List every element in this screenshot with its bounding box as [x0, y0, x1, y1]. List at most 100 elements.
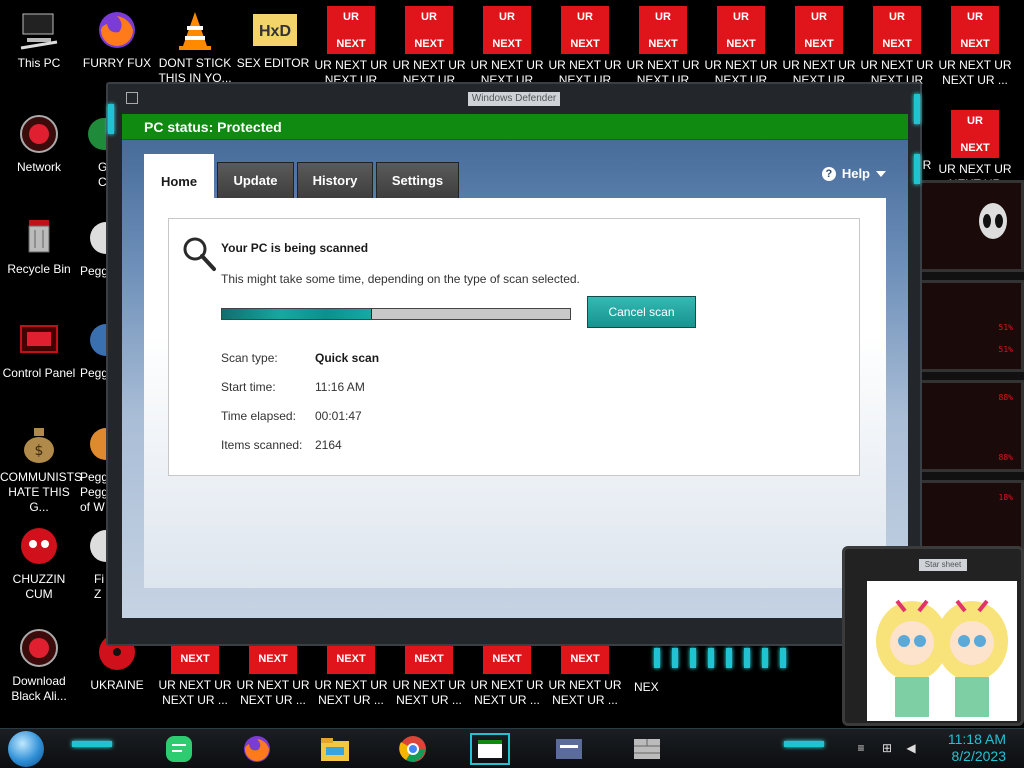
control-panel-icon	[17, 318, 61, 362]
wallpaper-accent	[762, 648, 768, 668]
network-icon[interactable]: ⊞	[880, 741, 894, 755]
clock-date: 8/2/2023	[951, 748, 1007, 764]
desktop-icon-sex-editor[interactable]: HxD SEX EDITOR	[234, 8, 312, 71]
tab-settings[interactable]: Settings	[376, 162, 459, 198]
help-menu[interactable]: ? Help	[821, 166, 886, 181]
desktop-icon-ur-next[interactable]: URNEXT UR NEXT UR NEXT UR	[624, 6, 702, 88]
desktop-icon-ur-next[interactable]: URNEXT UR NEXT UR NEXT UR	[780, 6, 858, 88]
desktop-icon-dont-stick[interactable]: DONT STICK THIS IN YO...	[156, 8, 234, 86]
desktop-icon-ur-next[interactable]: NEXT UR NEXT UR NEXT UR ...	[390, 644, 468, 708]
desktop-icon-furry-fux[interactable]: FURRY FUX	[78, 8, 156, 71]
alien-globe-icon	[17, 112, 61, 156]
home-tab-panel: Your PC is being scanned This might take…	[144, 198, 886, 588]
desktop-icon-partial[interactable]: NEX	[624, 680, 660, 695]
help-label: Help	[841, 166, 870, 181]
wallpaper-accent	[708, 648, 714, 668]
desktop-icon-label: UR NEXT UR	[782, 58, 856, 72]
defender-window[interactable]: Windows Defender PC status: Protected Ho…	[106, 82, 922, 646]
desktop-icon-ur-next[interactable]: URNEXT UR NEXT UR NEXT UR	[702, 6, 780, 88]
desktop-icon-label: SEX EDITOR	[236, 56, 310, 70]
desktop-icon-label: UR NEXT UR	[314, 678, 388, 692]
taskbar-defender[interactable]	[470, 733, 510, 765]
desktop-icon-communists[interactable]: $ COMMUNISTS HATE THIS G...	[0, 422, 82, 515]
taskbar-accent	[784, 741, 824, 747]
window-accent	[108, 104, 114, 134]
scan-heading: Your PC is being scanned	[221, 241, 369, 255]
desktop-icon-ur-next[interactable]: NEXT UR NEXT UR NEXT UR ...	[234, 644, 312, 708]
defender-client-area: PC status: Protected Home Update History…	[122, 114, 908, 618]
desktop-icon-ur-next[interactable]: NEXT UR NEXT UR NEXT UR ...	[312, 644, 390, 708]
taskbar-firefox[interactable]	[240, 733, 274, 765]
desktop-icon-label: COMMUNISTS HATE THIS G...	[0, 470, 82, 514]
desktop-icon-label: NEXT UR ...	[396, 693, 462, 707]
tab-history[interactable]: History	[297, 162, 373, 198]
desktop-icon-label: NEXT UR ...	[942, 73, 1008, 87]
lines-icon[interactable]: ≡	[854, 741, 868, 755]
tab-update[interactable]: Update	[217, 162, 294, 198]
scan-type-value: Quick scan	[315, 351, 380, 365]
ur-next-icon: UR NEXT	[405, 6, 453, 54]
taskbar-notes-app[interactable]	[162, 733, 196, 765]
desktop-icon-label: UR NEXT UR	[314, 58, 388, 72]
ur-next-icon: UR NEXT	[327, 6, 375, 54]
scan-card: Your PC is being scanned This might take…	[168, 218, 860, 476]
desktop-icon-label: Control Panel	[2, 366, 76, 380]
ur-next-icon: UR NEXT	[795, 6, 843, 54]
firefox-icon	[244, 736, 270, 762]
desktop-icon-ur-next[interactable]: NEXT UR NEXT UR NEXT UR ...	[468, 644, 546, 708]
taskbar-chrome[interactable]	[396, 733, 430, 765]
next-icon: NEXT	[171, 644, 219, 674]
wallpaper-accent	[690, 648, 696, 668]
tab-home[interactable]: Home	[144, 154, 214, 198]
defender-window-icon	[478, 740, 502, 758]
red-fuzzball-icon	[17, 524, 61, 568]
desktop-icon-download[interactable]: Download Black Ali...	[0, 626, 78, 704]
chrome-icon	[399, 736, 426, 762]
ur-next-icon: UR NEXT	[483, 6, 531, 54]
money-bag-icon: $	[17, 422, 61, 466]
next-icon: NEXT	[561, 644, 609, 674]
cancel-scan-button[interactable]: Cancel scan	[587, 296, 696, 328]
start-time-value: 11:16 AM	[315, 380, 365, 394]
desktop-icon-ur-next[interactable]: URNEXT UR NEXT UR NEXT UR	[312, 6, 390, 88]
wallpaper-accent	[672, 648, 678, 668]
desktop-icon-network[interactable]: Network	[0, 112, 78, 175]
window-icon	[556, 739, 582, 759]
start-button[interactable]	[8, 731, 44, 767]
desktop-icon-ur-next[interactable]: URNEXT UR NEXT UR NEXT UR	[390, 6, 468, 88]
wallpaper-accent	[654, 648, 660, 668]
wallpaper-label: 51%	[998, 323, 1013, 332]
taskbar-app-bricks[interactable]	[630, 733, 664, 765]
desktop-icon-label: Download Black Ali...	[11, 674, 67, 703]
volume-icon[interactable]: ◀	[904, 741, 918, 755]
desktop-icon-control-panel[interactable]: Control Panel	[0, 318, 78, 381]
wallpaper-accent	[744, 648, 750, 668]
notes-icon	[166, 736, 192, 762]
taskbar-accent	[72, 741, 112, 747]
desktop-icon-partial[interactable]: G C	[78, 112, 108, 190]
desktop-icon-recycle-bin[interactable]: Recycle Bin	[0, 214, 78, 277]
svg-text:$: $	[35, 443, 44, 459]
ur-next-icon: UR NEXT	[951, 6, 999, 54]
desktop-icon-label: UR NEXT UR	[626, 58, 700, 72]
desktop-icon-ur-next[interactable]: NEXT UR NEXT UR NEXT UR ...	[546, 644, 624, 708]
desktop-icon-ur-next[interactable]: URNEXT UR NEXT UR NEXT UR	[468, 6, 546, 88]
ur-next-icon: UR NEXT	[717, 6, 765, 54]
desktop-icon-ur-next[interactable]: NEXT UR NEXT UR NEXT UR ...	[156, 644, 234, 708]
wallpaper-panel	[918, 180, 1024, 272]
desktop-icon-chuzzin[interactable]: CHUZZIN CUM	[0, 524, 78, 602]
desktop-icon-label: This PC	[17, 56, 61, 70]
wallpaper-label: 51%	[998, 345, 1013, 354]
ur-next-icon: UR NEXT	[873, 6, 921, 54]
taskbar-file-explorer[interactable]	[318, 733, 352, 765]
desktop-icon-ur-next[interactable]: URNEXT UR NEXT UR NEXT UR	[546, 6, 624, 88]
wallpaper-panel: 51% 51%	[918, 280, 1024, 372]
taskbar-app-window[interactable]	[552, 733, 586, 765]
desktop-widget[interactable]: Star sheet	[842, 546, 1024, 726]
desktop-icon-ur-next[interactable]: UR NEXT UR NEXT UR NEXT UR ...	[936, 6, 1014, 88]
desktop-icon-ur-next[interactable]: URNEXT UR NEXT UR NEXT UR	[858, 6, 936, 88]
taskbar-clock[interactable]: 11:18 AM 8/2/2023	[948, 731, 1006, 765]
desktop-icon-this-pc[interactable]: This PC	[0, 8, 78, 71]
wallpaper-accent	[780, 648, 786, 668]
desktop-icon-label: UR NEXT UR	[392, 58, 466, 72]
